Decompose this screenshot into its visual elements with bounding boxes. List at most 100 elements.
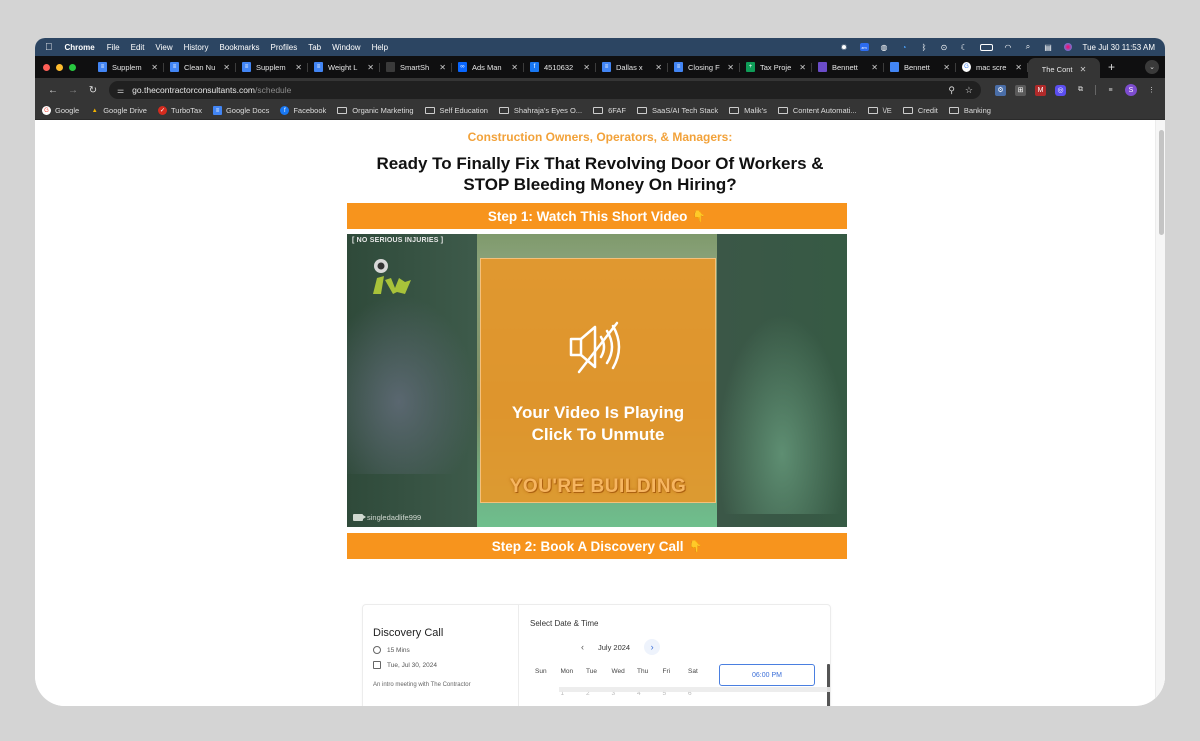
extension-4-icon[interactable]: ◎ (1055, 84, 1066, 96)
site-info-icon[interactable]: ⚌ (117, 86, 124, 95)
wifi-icon[interactable]: ◠ (1004, 43, 1013, 52)
browser-tab[interactable]: ≡ Supplem ✕ (92, 58, 164, 76)
unmute-overlay[interactable]: Your Video Is Playing Click To Unmute YO… (480, 258, 716, 503)
menu-profiles[interactable]: Profiles (271, 43, 298, 52)
close-tab-icon[interactable]: ✕ (871, 63, 878, 72)
bookmark-item[interactable]: ▲ Google Drive (90, 106, 147, 115)
step-2-label: Step 2: Book A Discovery Call (491, 538, 684, 554)
menu-bookmarks[interactable]: Bookmarks (220, 43, 260, 52)
bookmark-item[interactable]: Self Education (424, 106, 488, 115)
menu-tab[interactable]: Tab (308, 43, 321, 52)
search-icon[interactable]: ⌕ (1024, 42, 1033, 51)
new-tab-button[interactable]: + (1108, 60, 1115, 74)
bookmark-item[interactable]: Shahraja's Eyes O... (498, 106, 582, 115)
extension-3-icon[interactable]: M (1035, 84, 1046, 96)
apple-icon[interactable]:  (45, 42, 53, 53)
menu-kebab-icon[interactable]: ⋮ (1146, 85, 1157, 96)
close-tab-icon[interactable]: ✕ (727, 63, 734, 72)
menu-file[interactable]: File (107, 43, 120, 52)
menu-view[interactable]: View (155, 43, 172, 52)
browser-tab[interactable]: ≡ Supplem ✕ (236, 58, 308, 76)
bluetooth-icon[interactable]: ᛒ (920, 43, 929, 52)
close-tab-icon[interactable]: ✕ (511, 63, 518, 72)
menu-edit[interactable]: Edit (131, 43, 145, 52)
browser-tab[interactable]: Bennett ✕ (884, 58, 956, 76)
folder-icon (593, 107, 604, 114)
event-title: Discovery Call (373, 627, 444, 639)
browser-tab[interactable]: ≡ Weight L ✕ (308, 58, 380, 76)
browser-tab[interactable]: f 4510632 ✕ (524, 58, 596, 76)
forward-button[interactable]: → (63, 85, 83, 96)
battery-icon[interactable] (979, 43, 993, 51)
page-scrollbar[interactable] (1155, 120, 1165, 706)
bookmark-item[interactable]: Content Automati... (777, 106, 857, 115)
close-tab-icon[interactable]: ✕ (1015, 63, 1022, 72)
browser-tab[interactable]: SmartSh ✕ (380, 58, 452, 76)
bookmark-item[interactable]: ≡ Google Docs (212, 106, 269, 115)
next-month-button[interactable]: › (644, 639, 661, 655)
close-tab-icon[interactable]: ✕ (295, 63, 302, 72)
timer-icon[interactable]: ◔ (900, 43, 909, 52)
bookmark-item[interactable]: Credit (902, 106, 938, 115)
bookmark-item[interactable]: 6FAF (593, 106, 626, 115)
video-player[interactable]: [ NO SERIOUS INJURIES ] Your Video Is Pl… (347, 234, 847, 527)
bookmark-item[interactable]: Malik's (729, 106, 767, 115)
bookmark-item[interactable]: ✓ TurboTax (157, 106, 202, 115)
zoom-page-icon[interactable]: ⚲ (948, 85, 955, 96)
moon-icon[interactable]: ☾ (960, 43, 969, 52)
close-tab-icon[interactable]: ✕ (943, 63, 950, 72)
extension-2-icon[interactable]: ⊞ (1015, 84, 1026, 96)
minimize-window-button[interactable] (56, 63, 63, 71)
browser-tab[interactable]: + Tax Proje ✕ (740, 58, 812, 76)
unmute-message[interactable]: Your Video Is Playing Click To Unmute (481, 402, 715, 446)
time-slot-scrollbar[interactable] (827, 664, 830, 706)
close-tab-icon[interactable]: ✕ (583, 63, 590, 72)
clock[interactable]: Tue Jul 30 11:53 AM (1083, 43, 1156, 52)
bookmark-item[interactable]: \/E (867, 106, 892, 115)
back-button[interactable]: ← (43, 85, 63, 96)
bookmark-item[interactable]: f Facebook (280, 106, 326, 115)
prev-month-button[interactable]: ‹ (581, 642, 584, 652)
browser-tab[interactable]: Gmac scre ✕ (956, 58, 1028, 76)
browser-tab[interactable]: ≡ Clean Nu ✕ (164, 58, 236, 76)
browser-tab[interactable]: ≡ Closing F ✕ (668, 58, 740, 76)
gear-icon[interactable]: ✹ (840, 43, 849, 52)
play-icon[interactable]: ⊙ (940, 43, 949, 52)
menu-app-name[interactable]: Chrome (65, 43, 95, 52)
reload-button[interactable]: ↻ (83, 85, 103, 96)
bookmark-item[interactable]: G Google (42, 106, 79, 115)
close-tab-icon[interactable]: ✕ (223, 63, 230, 72)
time-slot-button[interactable]: 06:00 PM (719, 664, 815, 686)
menu-history[interactable]: History (184, 43, 209, 52)
scrollbar-thumb[interactable] (1159, 130, 1164, 235)
close-tab-icon[interactable]: ✕ (1080, 65, 1087, 74)
bookmark-star-icon[interactable]: ☆ (965, 85, 973, 96)
close-tab-icon[interactable]: ✕ (367, 63, 374, 72)
close-window-button[interactable] (43, 63, 50, 71)
browser-tab[interactable]: Bennett ✕ (812, 58, 884, 76)
tab-search-button[interactable]: ⌄ (1145, 60, 1159, 74)
bookmark-item[interactable]: Organic Marketing (337, 106, 414, 115)
zoom-window-button[interactable] (69, 63, 76, 71)
profile-avatar[interactable]: S (1125, 84, 1137, 96)
bookmark-item[interactable]: SaaS/AI Tech Stack (637, 106, 718, 115)
menu-window[interactable]: Window (332, 43, 360, 52)
vpn-icon[interactable]: ◍ (880, 43, 889, 52)
close-tab-icon[interactable]: ✕ (439, 63, 446, 72)
address-bar[interactable]: ⚌ go.thecontractorconsultants.com/schedu… (109, 81, 981, 99)
browser-tab[interactable]: The Cont ✕ (1028, 58, 1100, 80)
reading-list-icon[interactable]: ≡ (1105, 85, 1116, 96)
close-tab-icon[interactable]: ✕ (799, 63, 806, 72)
close-tab-icon[interactable]: ✕ (151, 63, 158, 72)
control-center-icon[interactable]: ▤ (1044, 43, 1053, 52)
zoom-icon[interactable]: zm (859, 43, 869, 51)
siri-icon[interactable] (1063, 43, 1072, 51)
menu-help[interactable]: Help (372, 43, 388, 52)
bookmark-item[interactable]: Banking (948, 106, 991, 115)
speaker-muted-icon[interactable] (567, 317, 629, 379)
browser-tab[interactable]: ≡ Dallas x ✕ (596, 58, 668, 76)
close-tab-icon[interactable]: ✕ (655, 63, 662, 72)
extension-1-icon[interactable]: ⚙ (995, 84, 1006, 96)
extensions-puzzle-icon[interactable]: ⧉ (1075, 85, 1086, 96)
browser-tab[interactable]: ∞ Ads Man ✕ (452, 58, 524, 76)
